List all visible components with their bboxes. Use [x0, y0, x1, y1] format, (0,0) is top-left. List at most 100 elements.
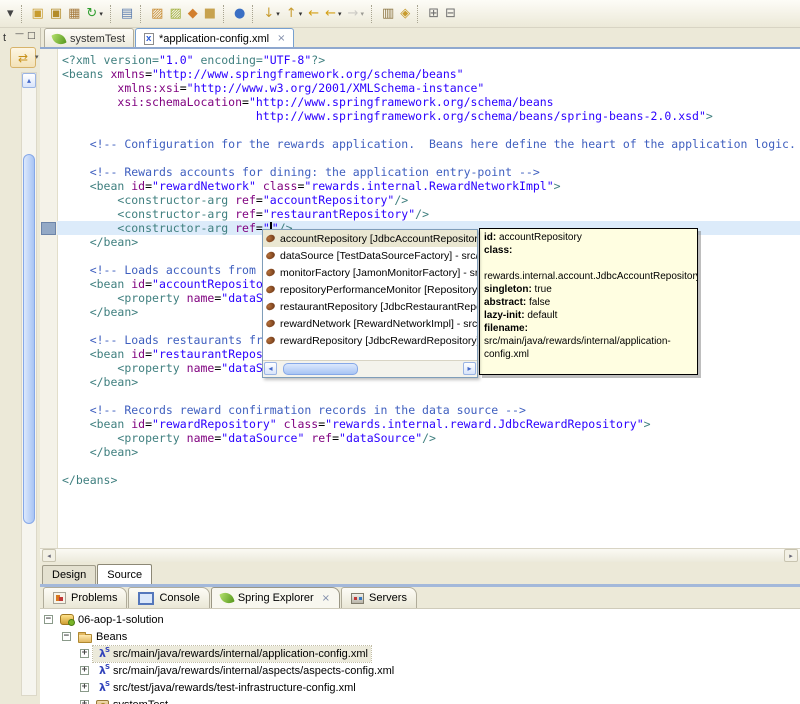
code-line[interactable]: <bean id="rewardRepository" class="rewar…	[62, 417, 800, 431]
tree-item[interactable]: + src/main/java/rewards/internal/applicat…	[40, 644, 800, 663]
editor-horizontal-scrollbar[interactable]: ◂ ▸	[40, 548, 800, 562]
import-button[interactable]: ↓ ▾	[260, 3, 282, 25]
tree-item[interactable]: + src/main/java/rewards/internal/aspects/…	[40, 661, 800, 679]
open-resource-button[interactable]: ▨	[148, 3, 166, 25]
view-tab-spring-explorer[interactable]: Spring Explorer ×	[210, 587, 341, 608]
content-assist-hscrollbar[interactable]: ◂ ▸	[263, 360, 477, 377]
explorer-vertical-scrollbar[interactable]: ▴	[21, 72, 37, 696]
dropdown-chevron-icon[interactable]: ▾	[99, 10, 103, 18]
code-line[interactable]: <constructor-arg ref="accountRepository"…	[62, 193, 800, 207]
completion-item[interactable]: restaurantRepository [JdbcRestaurantRepo…	[263, 298, 477, 315]
scroll-left-icon[interactable]: ◂	[264, 362, 277, 375]
collapse-all-button[interactable]: ⊟	[442, 3, 459, 25]
code-line[interactable]	[62, 151, 800, 165]
tree-item[interactable]: + systemTest	[40, 696, 800, 704]
completion-item[interactable]: monitorFactory [JamonMonitorFactory] - s…	[263, 264, 477, 281]
completion-label: rewardRepository [JdbcRewardRepository] …	[280, 334, 477, 347]
dropdown-chevron-icon[interactable]: ▾	[276, 10, 280, 18]
new-package-button[interactable]: ▦	[65, 3, 83, 25]
view-menu-chevron-icon[interactable]: ▾	[35, 53, 39, 61]
collapse-toggle-icon[interactable]: −	[62, 632, 71, 641]
expand-toggle-icon[interactable]: +	[80, 683, 89, 692]
new-spring-project-button[interactable]: ▣	[29, 3, 47, 25]
link-with-editor-button[interactable]: ⇄	[10, 47, 36, 68]
expand-toggle-icon[interactable]: +	[80, 700, 89, 704]
overflow-menu-button[interactable]: ▾	[4, 3, 17, 25]
code-line[interactable]: <?xml version="1.0" encoding="UTF-8"?>	[62, 53, 800, 67]
xml-file-icon	[144, 32, 155, 45]
tree-item[interactable]: + src/test/java/rewards/test-infrastructu…	[40, 678, 800, 696]
open-type-icon: ▤	[120, 6, 134, 21]
dropdown-chevron-icon[interactable]: ▾	[299, 10, 303, 18]
dropdown-chevron-icon[interactable]: ▾	[360, 10, 364, 18]
editor-mode-tab-source[interactable]: Source	[97, 564, 153, 584]
import-icon: ↓	[263, 6, 275, 21]
completion-item[interactable]: accountRepository [JdbcAccountRepository…	[263, 230, 477, 247]
scrollbar-thumb[interactable]	[23, 154, 35, 524]
design-source-tab-bar: Design Source	[40, 562, 800, 584]
expand-toggle-icon[interactable]: +	[80, 649, 89, 658]
open-folder-button[interactable]: ■	[201, 3, 219, 25]
minimize-icon[interactable]: —	[15, 29, 24, 39]
view-tab-problems[interactable]: Problems	[43, 587, 128, 608]
last-edit-location-icon: ▥	[381, 6, 395, 21]
completion-item[interactable]: dataSource [TestDataSourceFactory] - src…	[263, 247, 477, 264]
code-line[interactable]: <!-- Configuration for the rewards appli…	[62, 137, 800, 151]
web-browser-button[interactable]: ●	[231, 3, 248, 25]
spring-explorer-tree: −06-aop-1-solution−Beans+src/main/java/r…	[40, 609, 800, 704]
content-assist-popup: accountRepository [JdbcAccountRepository…	[262, 229, 478, 378]
code-line[interactable]	[62, 459, 800, 473]
code-line[interactable]: <!-- Records reward confirmation records…	[62, 403, 800, 417]
back-button[interactable]: ← ▾	[322, 3, 344, 25]
completion-item[interactable]: rewardNetwork [RewardNetworkImpl] - src/…	[263, 315, 477, 332]
close-icon[interactable]: ×	[277, 33, 285, 44]
completion-item[interactable]: repositoryPerformanceMonitor [Repository…	[263, 281, 477, 298]
editor-tab-systemtest[interactable]: systemTest	[44, 28, 135, 48]
scroll-right-icon[interactable]: ▸	[784, 549, 798, 562]
back-history-button[interactable]: ←	[305, 3, 322, 25]
export-button[interactable]: ↑ ▾	[283, 3, 305, 25]
tree-item[interactable]: − 06-aop-1-solution	[40, 611, 800, 628]
forward-button[interactable]: → ▾	[345, 3, 367, 25]
editor-tab-application-config-xml[interactable]: *application-config.xml ×	[135, 28, 295, 48]
open-type-button[interactable]: ▤	[118, 3, 136, 25]
new-spring-bean-button[interactable]: ▣	[47, 3, 65, 25]
editor-mode-tab-design[interactable]: Design	[42, 565, 97, 584]
view-tab-console[interactable]: Console	[128, 587, 210, 608]
code-line[interactable]: <property name="dataSource" ref="dataSou…	[62, 431, 800, 445]
code-line[interactable]: <bean id="rewardNetwork" class="rewards.…	[62, 179, 800, 193]
code-line[interactable]	[62, 389, 800, 403]
collapse-toggle-icon[interactable]: −	[44, 615, 53, 624]
code-line[interactable]: <constructor-arg ref="restaurantReposito…	[62, 207, 800, 221]
run-icon: ↻	[86, 6, 98, 21]
tree-item[interactable]: − Beans	[40, 628, 800, 645]
view-tab-servers[interactable]: Servers	[341, 587, 417, 608]
run-button[interactable]: ↻ ▾	[83, 3, 105, 25]
completion-item[interactable]: rewardRepository [JdbcRewardRepository] …	[263, 332, 477, 349]
tab-label: Servers	[369, 592, 407, 604]
code-line[interactable]: xmlns:xsi="http://www.w3.org/2001/XMLSch…	[62, 81, 800, 95]
code-line[interactable]: <beans xmlns="http://www.springframework…	[62, 67, 800, 81]
expand-all-button[interactable]: ⊞	[425, 3, 442, 25]
close-icon[interactable]: ×	[322, 593, 330, 604]
format-brush-button[interactable]: ◆	[185, 3, 201, 25]
scroll-right-icon[interactable]: ▸	[463, 362, 476, 375]
code-line[interactable]: http://www.springframework.org/schema/be…	[62, 109, 800, 123]
code-line[interactable]: <!-- Rewards accounts for dining: the ap…	[62, 165, 800, 179]
partial-view-tab[interactable]: t	[3, 32, 6, 44]
last-edit-location-button[interactable]: ▥	[379, 3, 397, 25]
open-file-button[interactable]: ▨	[166, 3, 184, 25]
bean-icon	[264, 301, 277, 312]
scroll-left-icon[interactable]: ◂	[42, 549, 56, 562]
dropdown-chevron-icon[interactable]: ▾	[338, 10, 342, 18]
field-label: filename:	[484, 323, 528, 334]
scroll-up-icon[interactable]: ▴	[22, 73, 36, 88]
maximize-icon[interactable]: □	[27, 31, 36, 41]
code-line[interactable]	[62, 123, 800, 137]
code-line[interactable]: xsi:schemaLocation="http://www.springfra…	[62, 95, 800, 109]
scrollbar-thumb[interactable]	[283, 363, 358, 375]
next-annotation-button[interactable]: ◈	[397, 3, 413, 25]
expand-toggle-icon[interactable]: +	[80, 666, 89, 675]
code-line[interactable]: </bean>	[62, 445, 800, 459]
code-line[interactable]: </beans>	[62, 473, 800, 487]
